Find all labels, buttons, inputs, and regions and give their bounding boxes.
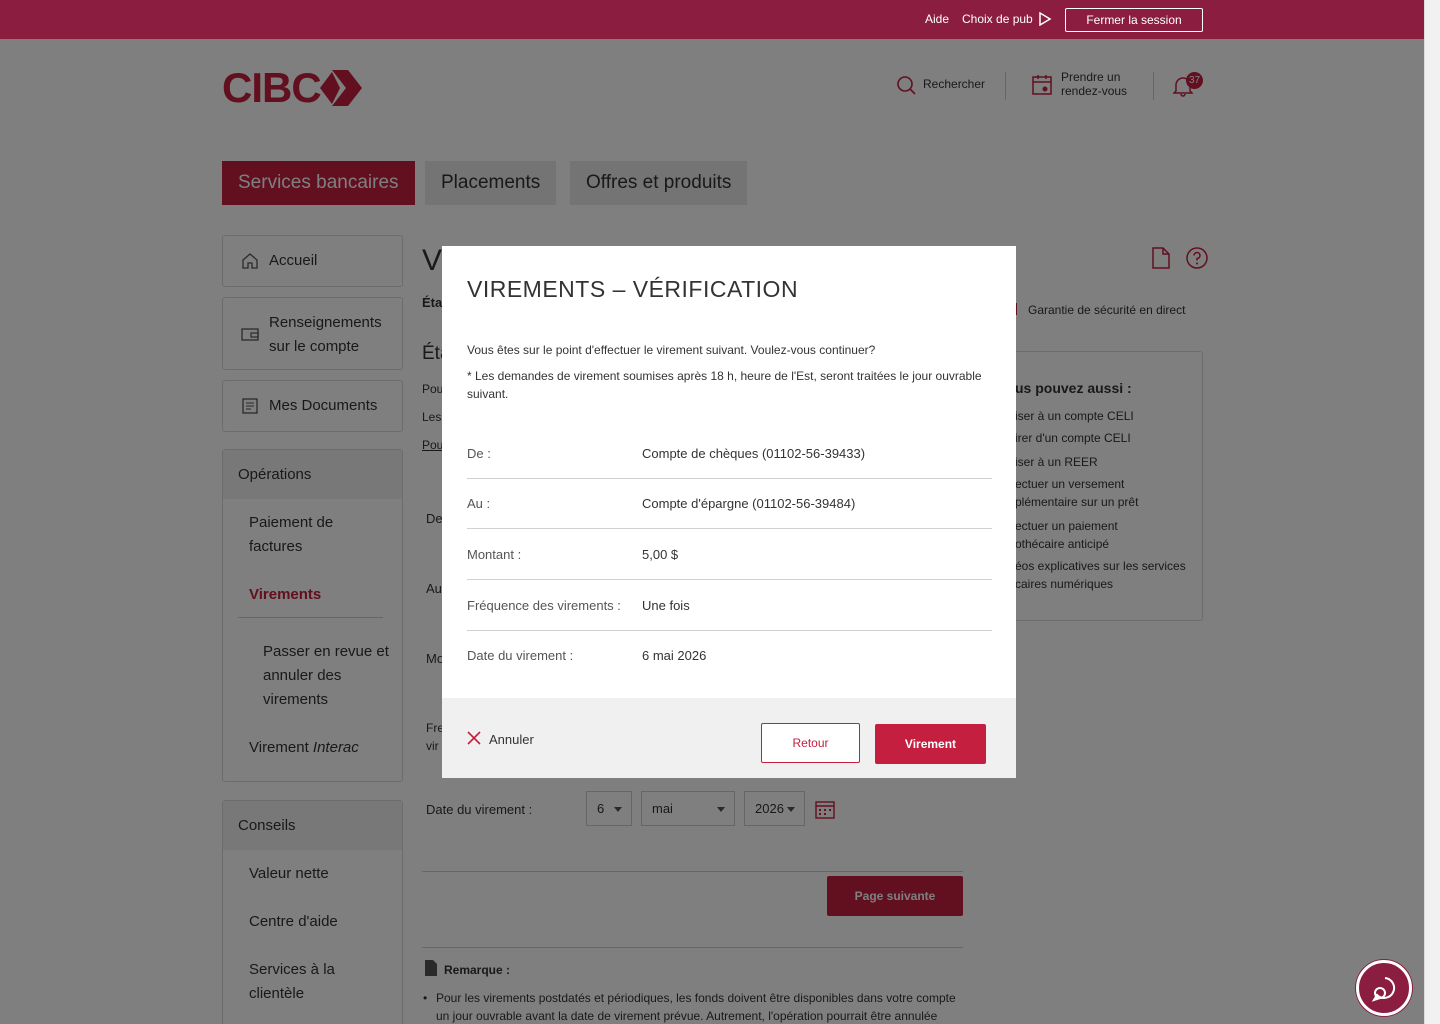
detail-label: Au : <box>467 496 491 511</box>
ad-choice-link[interactable]: Choix de pub <box>962 12 1033 26</box>
detail-value: 5,00 $ <box>642 547 679 562</box>
utility-bar: Aide Choix de pub Fermer la session <box>0 0 1424 39</box>
detail-row-date: Date du virement : 6 mai 2026 <box>467 631 992 681</box>
logout-button[interactable]: Fermer la session <box>1065 8 1203 32</box>
detail-value: Une fois <box>642 598 690 613</box>
back-button[interactable]: Retour <box>761 723 860 763</box>
dialog-intro: Vous êtes sur le point d'effectuer le vi… <box>467 343 876 357</box>
ad-choice-icon <box>1039 12 1052 26</box>
dialog-note: * Les demandes de virement soumises aprè… <box>467 369 982 401</box>
chat-button[interactable] <box>1356 960 1412 1016</box>
scrollbar[interactable] <box>1424 0 1440 1024</box>
detail-label: Date du virement : <box>467 648 574 663</box>
detail-label: Montant : <box>467 547 522 562</box>
detail-row-frequency: Fréquence des virements : Une fois <box>467 581 992 631</box>
transfer-verification-dialog: VIREMENTS – VÉRIFICATION Vous êtes sur l… <box>442 246 1016 778</box>
close-icon <box>467 731 481 745</box>
detail-row-to: Au : Compte d'épargne (01102-56-39484) <box>467 479 992 529</box>
confirm-transfer-button[interactable]: Virement <box>875 724 986 764</box>
detail-value: Compte d'épargne (01102-56-39484) <box>642 496 856 511</box>
dialog-footer: Annuler Retour Virement <box>442 698 1016 778</box>
detail-row-from: De : Compte de chèques (01102-56-39433) <box>467 429 992 479</box>
dialog-title: VIREMENTS – VÉRIFICATION <box>467 276 799 302</box>
help-link[interactable]: Aide <box>925 12 949 26</box>
detail-label: De : <box>467 446 491 461</box>
detail-value: Compte de chèques (01102-56-39433) <box>642 446 866 461</box>
cancel-label: Annuler <box>489 732 534 747</box>
detail-value: 6 mai 2026 <box>642 648 707 663</box>
chat-icon <box>1371 977 1396 1002</box>
detail-row-amount: Montant : 5,00 $ <box>467 530 992 580</box>
detail-label: Fréquence des virements : <box>467 598 621 613</box>
